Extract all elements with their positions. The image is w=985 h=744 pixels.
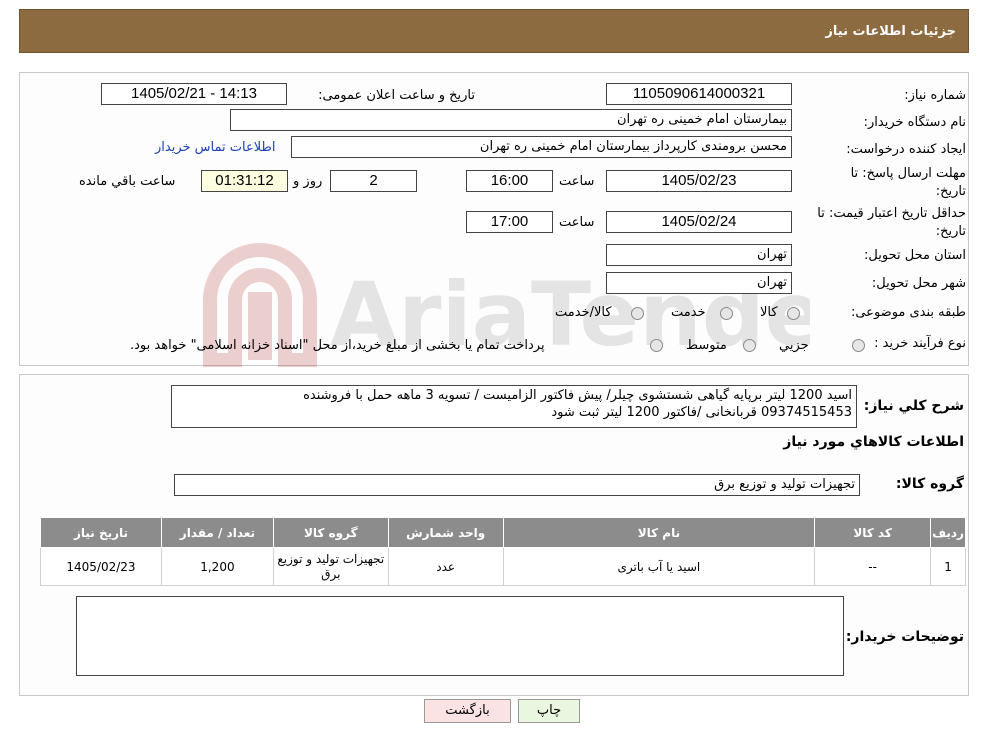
category-goods-label: کالا <box>760 305 778 320</box>
purchase-small-radio[interactable] <box>852 339 865 352</box>
validity-date-field: 1405/02/24 <box>606 211 792 233</box>
creator-field: محسن برومندی کارپرداز بیمارستان امام خمی… <box>291 136 792 158</box>
creator-label: ایجاد کننده درخواست: <box>846 142 966 157</box>
contact-buyer-link[interactable]: اطلاعات تماس خریدار <box>155 140 275 155</box>
need-number-label: شماره نیاز: <box>904 88 966 103</box>
payment-note: پرداخت تمام یا بخشی از مبلغ خرید،از محل … <box>130 338 545 353</box>
category-service-label: خدمت <box>671 305 706 320</box>
validity-time-label: ساعت <box>559 215 595 230</box>
col-name: نام کالا <box>502 517 816 548</box>
province-field: تهران <box>606 244 792 266</box>
buyer-notes-box[interactable] <box>76 596 844 676</box>
table-row: 1 -- اسید یا آب باتری عدد تجهیزات تولید … <box>40 547 966 586</box>
goods-group-field: تجهیزات تولید و توزیع برق <box>174 474 860 496</box>
col-unit: واحد شمارش <box>387 517 504 548</box>
province-label: استان محل تحویل: <box>864 248 966 263</box>
deadline-label: مهلت ارسال پاسخ: تا <box>850 166 966 181</box>
description-box[interactable]: اسید 1200 لیتر برپایه گیاهی شستشوی چیلر/… <box>171 385 857 428</box>
buyer-notes-label: توضیحات خریدار: <box>845 629 964 645</box>
purchase-type-label: نوع فرآیند خرید : <box>874 336 966 351</box>
cell-name: اسید یا آب باتری <box>502 547 816 586</box>
description-line-2: 09374515453 قربانخانی /فاکتور 1200 لیتر … <box>551 405 852 420</box>
days-remaining-field: 2 <box>330 170 417 192</box>
purchase-medium-radio[interactable] <box>743 339 756 352</box>
print-button[interactable]: چاپ <box>518 699 580 723</box>
deadline-time-field: 16:00 <box>466 170 553 192</box>
col-code: کد کالا <box>814 517 932 548</box>
goods-section-title: اطلاعات کالاهاي مورد نياز <box>783 434 964 450</box>
page-title: جزئیات اطلاعات نیاز <box>825 24 956 39</box>
announce-label: تاریخ و ساعت اعلان عمومی: <box>318 88 475 103</box>
remaining-label: ساعت باقي مانده <box>79 174 176 189</box>
need-number-field: 1105090614000321 <box>606 83 792 105</box>
category-goods-radio[interactable] <box>787 307 800 320</box>
description-line-1: اسید 1200 لیتر برپایه گیاهی شستشوی چیلر/… <box>303 388 852 403</box>
description-label: شرح کلي نياز: <box>863 398 964 414</box>
goods-table-header: رديف کد کالا نام کالا واحد شمارش گروه کا… <box>40 517 966 548</box>
back-button[interactable]: بازگشت <box>424 699 511 723</box>
category-service-radio[interactable] <box>720 307 733 320</box>
validity-label: حداقل تاریخ اعتبار قیمت: تا <box>817 206 966 221</box>
deadline-time-label: ساعت <box>559 174 595 189</box>
goods-table: رديف کد کالا نام کالا واحد شمارش گروه کا… <box>40 517 966 586</box>
cell-row: 1 <box>930 547 966 586</box>
buyer-org-field: بیمارستان امام خمینی ره تهران <box>230 109 792 131</box>
validity-label-date: تاریخ: <box>935 224 966 239</box>
validity-time-field: 17:00 <box>466 211 553 233</box>
cell-date: 1405/02/23 <box>40 547 162 586</box>
goods-group-label: گروه کالا: <box>895 476 964 492</box>
col-quantity: تعداد / مقدار <box>160 517 274 548</box>
col-row: رديف <box>930 517 966 548</box>
deadline-date-field: 1405/02/23 <box>606 170 792 192</box>
cell-group: تجهیزات تولید و توزیع برق <box>272 547 389 586</box>
cell-quantity: 1,200 <box>160 547 274 586</box>
city-label: شهر محل تحویل: <box>871 276 966 291</box>
category-label: طبقه بندی موضوعی: <box>850 305 966 320</box>
col-date: تاریخ نیاز <box>40 517 162 548</box>
page-header: جزئیات اطلاعات نیاز <box>19 9 969 53</box>
col-group: گروه کالا <box>272 517 389 548</box>
treasury-checkbox[interactable] <box>650 339 663 352</box>
cell-code: -- <box>814 547 932 586</box>
buyer-org-label: نام دستگاه خریدار: <box>863 115 966 130</box>
days-label: روز و <box>293 174 323 189</box>
category-both-label: کالا/خدمت <box>555 305 612 320</box>
category-both-radio[interactable] <box>631 307 644 320</box>
city-field: تهران <box>606 272 792 294</box>
cell-unit: عدد <box>387 547 504 586</box>
purchase-small-label: جزیي <box>779 338 809 353</box>
deadline-label-date: تاریخ: <box>935 184 966 199</box>
purchase-medium-label: متوسط <box>686 338 727 353</box>
remaining-time-field: 01:31:12 <box>201 170 288 192</box>
announce-field: 1405/02/21 - 14:13 <box>101 83 287 105</box>
